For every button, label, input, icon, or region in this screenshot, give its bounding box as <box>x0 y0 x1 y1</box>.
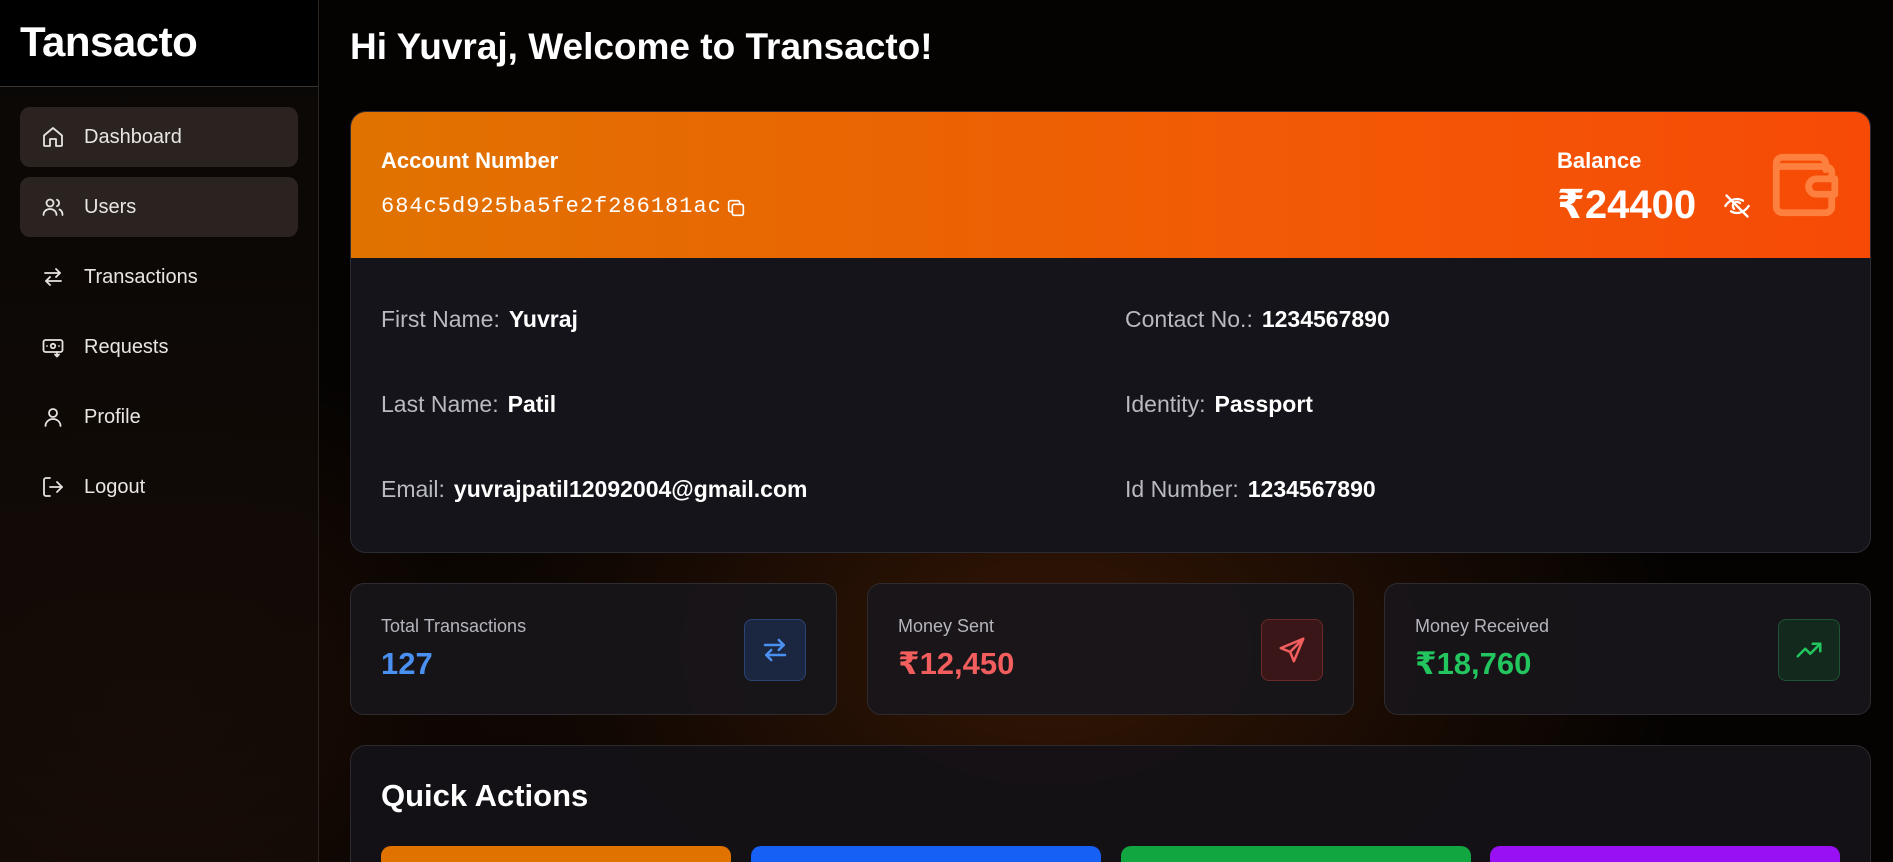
quick-actions-title: Quick Actions <box>381 778 589 813</box>
brand-logo: Tansacto <box>0 0 318 87</box>
sidebar-item-label: Profile <box>84 405 141 428</box>
stat-total-transactions: Total Transactions 127 <box>350 583 837 715</box>
users-icon <box>40 194 66 220</box>
sidebar-nav: Dashboard Users Transactions Requests Pr… <box>0 87 318 517</box>
home-icon <box>40 124 66 150</box>
account-details: First Name: Yuvraj Last Name: Patil Email:… <box>351 258 1870 552</box>
detail-first-name: First Name: Yuvraj <box>381 306 578 332</box>
wallet-icon <box>1767 148 1841 222</box>
stat-money-sent: Money Sent ₹12,450 <box>867 583 1354 715</box>
stat-money-received: Money Received ₹18,760 <box>1384 583 1871 715</box>
sidebar-item-users[interactable]: Users <box>20 177 298 237</box>
detail-contact: Contact No.: 1234567890 <box>1125 306 1390 332</box>
account-number: 684c5d925ba5fe2f286181ac <box>381 194 722 219</box>
sidebar-item-label: Logout <box>84 475 146 498</box>
balance-value: ₹24400 <box>1557 183 1697 227</box>
detail-identity: Identity: Passport <box>1125 391 1313 417</box>
user-icon <box>40 404 66 430</box>
transfer-icon <box>744 619 806 681</box>
detail-last-name: Last Name: Patil <box>381 391 557 417</box>
copy-icon[interactable] <box>725 197 747 219</box>
app: Tansacto Dashboard Users Transactions Re… <box>0 0 1893 862</box>
page-title: Hi Yuvraj, Welcome to Transacto! <box>350 26 933 67</box>
sidebar-item-label: Users <box>84 195 137 218</box>
sidebar-item-requests[interactable]: Requests <box>20 317 298 377</box>
quick-action-button-1[interactable] <box>381 846 731 862</box>
sidebar-item-transactions[interactable]: Transactions <box>20 247 298 307</box>
quick-action-button-2[interactable] <box>751 846 1101 862</box>
account-card: Account Number 684c5d925ba5fe2f286181ac … <box>350 111 1871 553</box>
sidebar-item-profile[interactable]: Profile <box>20 387 298 447</box>
sidebar-item-label: Requests <box>84 335 169 358</box>
eye-off-icon[interactable] <box>1723 192 1751 220</box>
trending-up-icon <box>1778 619 1840 681</box>
money-request-icon <box>40 334 66 360</box>
logout-icon <box>40 474 66 500</box>
sidebar-item-label: Dashboard <box>84 125 182 148</box>
sidebar-item-label: Transactions <box>84 265 198 288</box>
quick-actions: Quick Actions <box>350 745 1871 862</box>
account-number-label: Account Number <box>381 148 559 173</box>
account-header: Account Number 684c5d925ba5fe2f286181ac … <box>351 112 1870 258</box>
sidebar: Tansacto Dashboard Users Transactions Re… <box>0 0 319 862</box>
quick-action-button-3[interactable] <box>1121 846 1471 862</box>
quick-action-button-4[interactable] <box>1490 846 1840 862</box>
sidebar-item-dashboard[interactable]: Dashboard <box>20 107 298 167</box>
detail-id-number: Id Number: 1234567890 <box>1125 476 1376 502</box>
transfer-icon <box>40 264 66 290</box>
detail-email: Email: yuvrajpatil12092004@gmail.com <box>381 476 808 502</box>
send-icon <box>1261 619 1323 681</box>
sidebar-item-logout[interactable]: Logout <box>20 457 298 517</box>
balance-label: Balance <box>1557 148 1642 173</box>
